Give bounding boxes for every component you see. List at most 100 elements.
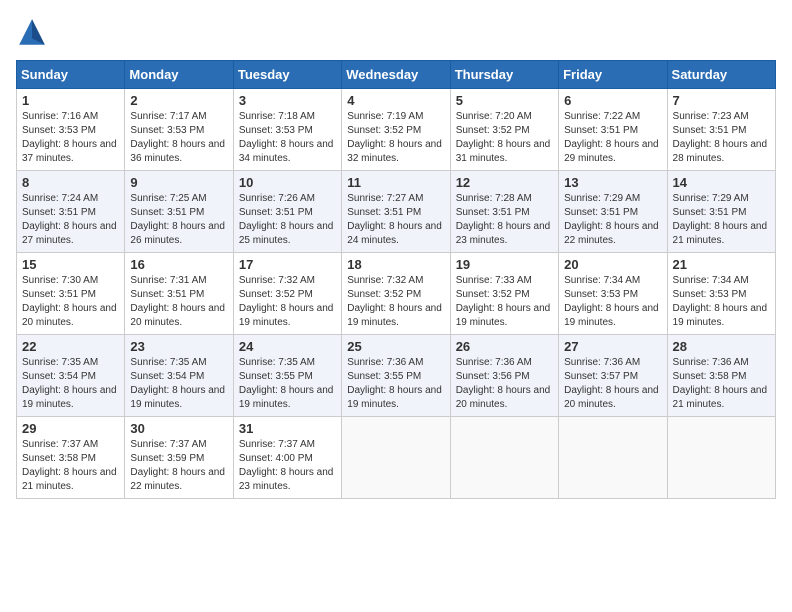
day-number: 8	[22, 175, 119, 190]
sunset-label: Sunset: 3:52 PM	[456, 125, 530, 136]
daylight-label: Daylight: 8 hours and 21 minutes.	[673, 385, 768, 410]
sunrise-label: Sunrise: 7:36 AM	[564, 357, 640, 368]
sunrise-label: Sunrise: 7:36 AM	[456, 357, 532, 368]
day-info: Sunrise: 7:35 AM Sunset: 3:55 PM Dayligh…	[239, 356, 336, 412]
day-number: 25	[347, 339, 444, 354]
daylight-label: Daylight: 8 hours and 20 minutes.	[130, 303, 225, 328]
sunset-label: Sunset: 3:51 PM	[130, 207, 204, 218]
sunset-label: Sunset: 3:53 PM	[564, 289, 638, 300]
calendar-cell: 25 Sunrise: 7:36 AM Sunset: 3:55 PM Dayl…	[342, 335, 450, 417]
sunset-label: Sunset: 3:51 PM	[456, 207, 530, 218]
sunrise-label: Sunrise: 7:29 AM	[564, 193, 640, 204]
page-header	[16, 16, 776, 48]
daylight-label: Daylight: 8 hours and 21 minutes.	[22, 467, 117, 492]
sunset-label: Sunset: 3:51 PM	[673, 125, 747, 136]
daylight-label: Daylight: 8 hours and 19 minutes.	[673, 303, 768, 328]
daylight-label: Daylight: 8 hours and 24 minutes.	[347, 221, 442, 246]
day-number: 16	[130, 257, 227, 272]
calendar-week-3: 15 Sunrise: 7:30 AM Sunset: 3:51 PM Dayl…	[17, 253, 776, 335]
sunrise-label: Sunrise: 7:29 AM	[673, 193, 749, 204]
calendar-cell: 14 Sunrise: 7:29 AM Sunset: 3:51 PM Dayl…	[667, 171, 775, 253]
day-header-saturday: Saturday	[667, 61, 775, 89]
sunset-label: Sunset: 3:52 PM	[239, 289, 313, 300]
sunrise-label: Sunrise: 7:24 AM	[22, 193, 98, 204]
calendar-cell: 17 Sunrise: 7:32 AM Sunset: 3:52 PM Dayl…	[233, 253, 341, 335]
day-info: Sunrise: 7:23 AM Sunset: 3:51 PM Dayligh…	[673, 110, 770, 166]
sunrise-label: Sunrise: 7:30 AM	[22, 275, 98, 286]
day-header-sunday: Sunday	[17, 61, 125, 89]
day-number: 5	[456, 93, 553, 108]
daylight-label: Daylight: 8 hours and 25 minutes.	[239, 221, 334, 246]
calendar-cell: 16 Sunrise: 7:31 AM Sunset: 3:51 PM Dayl…	[125, 253, 233, 335]
daylight-label: Daylight: 8 hours and 19 minutes.	[239, 385, 334, 410]
calendar-cell: 28 Sunrise: 7:36 AM Sunset: 3:58 PM Dayl…	[667, 335, 775, 417]
daylight-label: Daylight: 8 hours and 19 minutes.	[130, 385, 225, 410]
daylight-label: Daylight: 8 hours and 27 minutes.	[22, 221, 117, 246]
calendar-cell: 15 Sunrise: 7:30 AM Sunset: 3:51 PM Dayl…	[17, 253, 125, 335]
day-number: 24	[239, 339, 336, 354]
day-info: Sunrise: 7:36 AM Sunset: 3:58 PM Dayligh…	[673, 356, 770, 412]
calendar-table: SundayMondayTuesdayWednesdayThursdayFrid…	[16, 60, 776, 499]
day-info: Sunrise: 7:32 AM Sunset: 3:52 PM Dayligh…	[347, 274, 444, 330]
calendar-cell: 3 Sunrise: 7:18 AM Sunset: 3:53 PM Dayli…	[233, 89, 341, 171]
day-number: 20	[564, 257, 661, 272]
calendar-week-5: 29 Sunrise: 7:37 AM Sunset: 3:58 PM Dayl…	[17, 417, 776, 499]
daylight-label: Daylight: 8 hours and 36 minutes.	[130, 139, 225, 164]
day-info: Sunrise: 7:28 AM Sunset: 3:51 PM Dayligh…	[456, 192, 553, 248]
day-number: 7	[673, 93, 770, 108]
sunrise-label: Sunrise: 7:36 AM	[347, 357, 423, 368]
calendar-cell: 27 Sunrise: 7:36 AM Sunset: 3:57 PM Dayl…	[559, 335, 667, 417]
day-info: Sunrise: 7:36 AM Sunset: 3:55 PM Dayligh…	[347, 356, 444, 412]
day-number: 17	[239, 257, 336, 272]
sunrise-label: Sunrise: 7:35 AM	[130, 357, 206, 368]
day-number: 2	[130, 93, 227, 108]
day-number: 18	[347, 257, 444, 272]
sunset-label: Sunset: 3:51 PM	[22, 207, 96, 218]
calendar-cell	[667, 417, 775, 499]
sunset-label: Sunset: 3:51 PM	[564, 125, 638, 136]
sunrise-label: Sunrise: 7:37 AM	[22, 439, 98, 450]
sunrise-label: Sunrise: 7:25 AM	[130, 193, 206, 204]
day-number: 21	[673, 257, 770, 272]
day-number: 13	[564, 175, 661, 190]
calendar-cell: 30 Sunrise: 7:37 AM Sunset: 3:59 PM Dayl…	[125, 417, 233, 499]
calendar-cell: 13 Sunrise: 7:29 AM Sunset: 3:51 PM Dayl…	[559, 171, 667, 253]
daylight-label: Daylight: 8 hours and 34 minutes.	[239, 139, 334, 164]
calendar-cell: 4 Sunrise: 7:19 AM Sunset: 3:52 PM Dayli…	[342, 89, 450, 171]
calendar-cell	[450, 417, 558, 499]
day-info: Sunrise: 7:20 AM Sunset: 3:52 PM Dayligh…	[456, 110, 553, 166]
calendar-week-1: 1 Sunrise: 7:16 AM Sunset: 3:53 PM Dayli…	[17, 89, 776, 171]
daylight-label: Daylight: 8 hours and 23 minutes.	[456, 221, 551, 246]
sunset-label: Sunset: 3:51 PM	[22, 289, 96, 300]
sunset-label: Sunset: 3:53 PM	[22, 125, 96, 136]
sunset-label: Sunset: 3:58 PM	[22, 453, 96, 464]
day-number: 19	[456, 257, 553, 272]
day-info: Sunrise: 7:35 AM Sunset: 3:54 PM Dayligh…	[22, 356, 119, 412]
daylight-label: Daylight: 8 hours and 19 minutes.	[564, 303, 659, 328]
sunset-label: Sunset: 3:53 PM	[239, 125, 313, 136]
day-info: Sunrise: 7:26 AM Sunset: 3:51 PM Dayligh…	[239, 192, 336, 248]
calendar-cell	[342, 417, 450, 499]
day-number: 30	[130, 421, 227, 436]
calendar-cell: 9 Sunrise: 7:25 AM Sunset: 3:51 PM Dayli…	[125, 171, 233, 253]
sunset-label: Sunset: 3:53 PM	[673, 289, 747, 300]
sunset-label: Sunset: 3:53 PM	[130, 125, 204, 136]
sunset-label: Sunset: 3:51 PM	[347, 207, 421, 218]
sunrise-label: Sunrise: 7:36 AM	[673, 357, 749, 368]
day-info: Sunrise: 7:29 AM Sunset: 3:51 PM Dayligh…	[673, 192, 770, 248]
day-number: 31	[239, 421, 336, 436]
daylight-label: Daylight: 8 hours and 20 minutes.	[22, 303, 117, 328]
day-number: 11	[347, 175, 444, 190]
sunrise-label: Sunrise: 7:37 AM	[130, 439, 206, 450]
sunset-label: Sunset: 3:56 PM	[456, 371, 530, 382]
sunrise-label: Sunrise: 7:20 AM	[456, 111, 532, 122]
calendar-cell: 26 Sunrise: 7:36 AM Sunset: 3:56 PM Dayl…	[450, 335, 558, 417]
day-info: Sunrise: 7:33 AM Sunset: 3:52 PM Dayligh…	[456, 274, 553, 330]
day-number: 1	[22, 93, 119, 108]
daylight-label: Daylight: 8 hours and 21 minutes.	[673, 221, 768, 246]
day-info: Sunrise: 7:17 AM Sunset: 3:53 PM Dayligh…	[130, 110, 227, 166]
day-info: Sunrise: 7:31 AM Sunset: 3:51 PM Dayligh…	[130, 274, 227, 330]
sunrise-label: Sunrise: 7:17 AM	[130, 111, 206, 122]
sunrise-label: Sunrise: 7:22 AM	[564, 111, 640, 122]
daylight-label: Daylight: 8 hours and 20 minutes.	[564, 385, 659, 410]
